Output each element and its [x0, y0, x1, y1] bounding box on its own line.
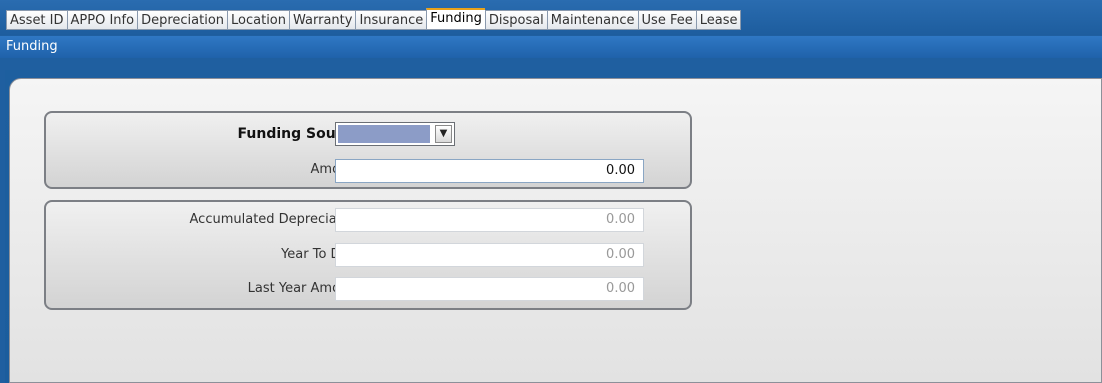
last-year-amount-field[interactable]: 0.00	[335, 277, 644, 301]
tab-disposal[interactable]: Disposal	[484, 10, 547, 30]
amount-field[interactable]: 0.00	[335, 159, 644, 183]
tab-bar: Asset ID APPO Info Depreciation Location…	[0, 0, 1102, 35]
tab-funding[interactable]: Funding	[426, 8, 485, 30]
funding-source-select[interactable]: ▼	[335, 122, 455, 146]
tab-maintenance[interactable]: Maintenance	[546, 10, 638, 30]
tab-use-fee[interactable]: Use Fee	[637, 10, 696, 30]
year-to-date-field[interactable]: 0.00	[335, 243, 644, 267]
tab-strip: Asset ID APPO Info Depreciation Location…	[6, 8, 742, 30]
tab-appo-info[interactable]: APPO Info	[66, 10, 138, 30]
chevron-down-icon[interactable]: ▼	[435, 125, 452, 143]
funding-panel: Funding Source: ▼ Amount: 0.00 Accumulat…	[9, 78, 1102, 383]
tab-warranty[interactable]: Warranty	[289, 10, 356, 30]
depreciation-group: Accumulated Depreciation: 0.00 Year To D…	[44, 200, 692, 310]
funding-source-value	[338, 125, 430, 143]
tab-depreciation[interactable]: Depreciation	[137, 10, 228, 30]
content-area: Funding Source: ▼ Amount: 0.00 Accumulat…	[5, 70, 1102, 383]
section-title: Funding	[6, 39, 58, 54]
accumulated-depreciation-field[interactable]: 0.00	[335, 208, 644, 232]
funding-group: Funding Source: ▼ Amount: 0.00	[44, 111, 692, 189]
section-header: Funding	[0, 36, 1102, 58]
tab-lease[interactable]: Lease	[695, 10, 742, 30]
tab-location[interactable]: Location	[227, 10, 289, 30]
tab-insurance[interactable]: Insurance	[355, 10, 427, 30]
tab-asset-id[interactable]: Asset ID	[6, 10, 67, 30]
